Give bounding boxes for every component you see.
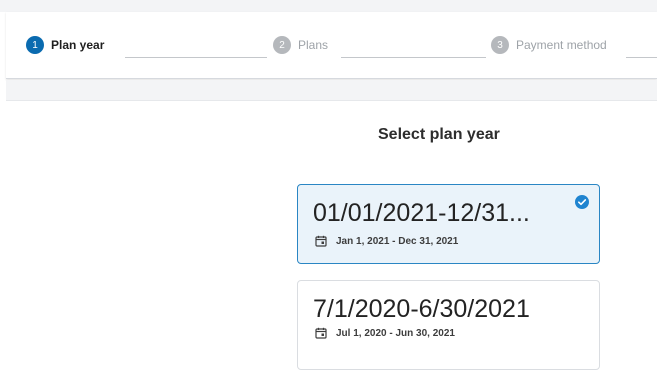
step-plan-year[interactable]: 1 Plan year: [26, 36, 104, 54]
plan-year-dates: Jul 1, 2020 - Jun 30, 2021: [315, 327, 455, 339]
check-circle-icon: [575, 195, 589, 209]
top-strip: [0, 0, 657, 12]
plan-year-name: 7/1/2020-6/30/2021: [313, 295, 530, 323]
content-header-band: [6, 80, 657, 101]
plan-year-card-selected[interactable]: 01/01/2021-12/31... Jan 1, 2021 - Dec 31…: [297, 184, 600, 264]
plan-year-dates: Jan 1, 2021 - Dec 31, 2021: [315, 235, 458, 247]
step-number-2: 2: [273, 36, 291, 54]
step-number-1: 1: [26, 36, 44, 54]
stepper: 1 Plan year 2 Plans 3 Payment method: [6, 12, 657, 79]
plan-year-name: 01/01/2021-12/31...: [313, 199, 530, 227]
calendar-icon: [315, 235, 327, 247]
plan-year-date-range: Jan 1, 2021 - Dec 31, 2021: [336, 235, 459, 247]
plan-year-date-range: Jul 1, 2020 - Jun 30, 2021: [336, 327, 455, 339]
step-label-plan-year: Plan year: [51, 38, 105, 52]
step-label-payment-method: Payment method: [516, 38, 607, 52]
step-connector: [626, 57, 657, 58]
step-plans[interactable]: 2 Plans: [273, 36, 328, 54]
step-label-plans: Plans: [298, 38, 329, 52]
step-connector: [125, 57, 267, 58]
calendar-icon: [315, 327, 327, 339]
step-number-3: 3: [491, 36, 509, 54]
plan-year-card[interactable]: 7/1/2020-6/30/2021 Jul 1, 2020 - Jun 30,…: [297, 280, 600, 370]
step-payment-method[interactable]: 3 Payment method: [491, 36, 607, 54]
step-connector: [341, 57, 486, 58]
page-title: Select plan year: [378, 126, 500, 143]
